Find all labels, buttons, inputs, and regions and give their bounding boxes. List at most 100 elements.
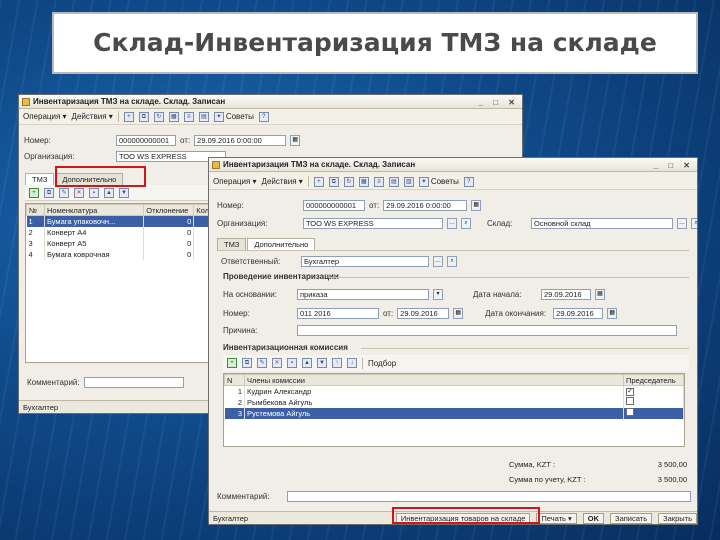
table-row[interactable]: 4 Бумага коврочная 0	[26, 248, 212, 260]
print-button[interactable]: Печать ▾	[536, 512, 577, 524]
end-date-field[interactable]: 29.09.2016	[553, 308, 604, 319]
actions-menu[interactable]: Действия ▾	[72, 112, 113, 121]
new-icon[interactable]: +	[313, 176, 324, 187]
chairman-checkbox[interactable]: ✓	[626, 388, 634, 397]
table-row[interactable]: 1 Бумага упаковочн... 0	[26, 215, 212, 227]
search-icon[interactable]: ⌕	[691, 218, 697, 229]
tab-additional[interactable]: Дополнительно	[247, 238, 316, 250]
operation-menu[interactable]: Операция ▾	[213, 177, 257, 186]
move-up-icon[interactable]: ▲	[104, 187, 114, 198]
comment-field[interactable]	[287, 491, 691, 502]
responsible-label: Ответственный:	[221, 257, 281, 266]
delete-icon[interactable]: ✕	[272, 358, 282, 368]
start-date-label: Дата начала:	[473, 290, 522, 299]
number-field[interactable]: 000000000001	[303, 200, 365, 211]
structure-icon[interactable]: ▦	[168, 111, 179, 122]
list-icon[interactable]: ≡	[373, 176, 384, 187]
search-icon[interactable]: ⌕	[447, 256, 457, 267]
table-row[interactable]: 3 Рустемова Айгуль	[224, 407, 684, 419]
organization-row: Организация: ТОО WS EXPRESS … ⌕ Склад: О…	[217, 218, 697, 229]
table-icon[interactable]: ▤	[388, 176, 399, 187]
copy-icon[interactable]: ⧉	[328, 176, 339, 187]
select-button[interactable]: …	[677, 218, 687, 229]
advice-button[interactable]: ✦ Советы	[418, 176, 459, 187]
delete-icon[interactable]: ✕	[74, 187, 84, 198]
actions-menu[interactable]: Действия ▾	[262, 177, 303, 186]
col-number[interactable]: N	[224, 374, 245, 386]
col-members[interactable]: Члены комиссии	[244, 374, 624, 386]
help-icon[interactable]: ?	[463, 176, 474, 187]
edit-icon[interactable]: ✎	[257, 358, 267, 368]
operation-menu[interactable]: Операция ▾	[23, 112, 67, 121]
reason-field[interactable]	[297, 325, 677, 336]
move-up-icon[interactable]: ▲	[302, 358, 312, 368]
chairman-checkbox[interactable]	[626, 397, 634, 405]
col-number[interactable]: №	[26, 204, 45, 216]
chevron-down-icon[interactable]: ▾	[433, 289, 443, 300]
structure-icon[interactable]: ▦	[358, 176, 369, 187]
save-row-icon[interactable]: ▪	[287, 358, 297, 368]
move-down-icon[interactable]: ▼	[119, 187, 129, 198]
close-button[interactable]: Закрыть	[658, 512, 697, 524]
calendar-icon[interactable]: ▦	[471, 200, 482, 211]
help-icon[interactable]: ?	[258, 111, 269, 122]
row-member: Рымбекова Айгуль	[244, 396, 624, 408]
save-button[interactable]: Записать	[610, 512, 653, 524]
calendar-icon[interactable]: ▦	[453, 308, 464, 319]
sort-desc-icon[interactable]: ↓	[347, 358, 357, 368]
comment-row: Комментарий:	[217, 491, 691, 502]
edit-icon[interactable]: ✎	[59, 187, 69, 198]
calendar-icon[interactable]: ▦	[290, 135, 301, 146]
order-date-field[interactable]: 29.09.2016	[397, 308, 450, 319]
move-down-icon[interactable]: ▼	[317, 358, 327, 368]
responsible-field[interactable]: Бухгалтер	[301, 256, 429, 267]
col-nomenclature[interactable]: Номенклатура	[43, 204, 145, 216]
add-row-icon[interactable]: +	[29, 187, 39, 198]
window-controls[interactable]: _ □ ✕	[654, 159, 694, 172]
number-label: Номер:	[217, 201, 244, 210]
calendar-icon[interactable]: ▦	[607, 308, 618, 319]
add-row-icon[interactable]: +	[227, 358, 237, 368]
copy-icon[interactable]: ⧉	[138, 111, 149, 122]
order-number-field[interactable]: 011 2016	[297, 308, 379, 319]
table-row[interactable]: 1 Кудрин Александр ✓	[224, 385, 684, 397]
row-number: 2	[224, 396, 245, 408]
select-button[interactable]: …	[433, 256, 443, 267]
list-icon[interactable]: ≡	[183, 111, 194, 122]
advice-button[interactable]: ✦ Советы	[213, 111, 254, 122]
report-icon[interactable]: ▥	[403, 176, 414, 187]
col-deviation[interactable]: Отклонение	[143, 204, 195, 216]
warehouse-label: Склад:	[487, 219, 513, 228]
search-icon[interactable]: ⌕	[461, 218, 471, 229]
refresh-icon[interactable]: ↻	[153, 111, 164, 122]
new-icon[interactable]: +	[123, 111, 134, 122]
comment-field[interactable]	[83, 377, 184, 388]
table-row[interactable]: 2 Конверт А4 0	[26, 226, 212, 238]
sort-asc-icon[interactable]: ↑	[332, 358, 342, 368]
copy-row-icon[interactable]: ⧉	[44, 187, 54, 198]
window-titlebar: Инвентаризация ТМЗ на складе. Склад. Зап…	[209, 158, 697, 172]
refresh-icon[interactable]: ↻	[343, 176, 354, 187]
toolbar-separator	[117, 111, 119, 122]
save-row-icon[interactable]: ▪	[89, 187, 99, 198]
copy-row-icon[interactable]: ⧉	[242, 358, 252, 368]
start-date-field[interactable]: 29.09.2016	[541, 289, 591, 300]
number-field[interactable]: 000000000001	[116, 135, 176, 146]
date-field[interactable]: 29.09.2016 0:00:00	[194, 135, 287, 146]
window-controls[interactable]: _ □ ✕	[479, 96, 519, 109]
select-pick-button[interactable]: Подбор	[368, 359, 396, 368]
chairman-checkbox[interactable]	[626, 408, 634, 416]
organization-field[interactable]: ТОО WS EXPRESS	[303, 218, 443, 229]
ok-button[interactable]: OK	[582, 512, 605, 524]
calendar-icon[interactable]: ▦	[595, 289, 605, 300]
table-row[interactable]: 2 Рымбекова Айгуль	[224, 396, 684, 408]
basis-select[interactable]: приказа	[297, 289, 429, 300]
date-field[interactable]: 29.09.2016 0:00:00	[383, 200, 468, 211]
tab-tmz[interactable]: ТМЗ	[217, 238, 247, 250]
table-icon[interactable]: ▤	[198, 111, 209, 122]
col-chairman[interactable]: Председатель	[623, 374, 684, 386]
table-row[interactable]: 3 Конверт А5 0	[26, 237, 212, 249]
select-button[interactable]: …	[447, 218, 457, 229]
warehouse-field[interactable]: Основной склад	[531, 218, 673, 229]
tab-tmz[interactable]: ТМЗ	[25, 173, 55, 185]
